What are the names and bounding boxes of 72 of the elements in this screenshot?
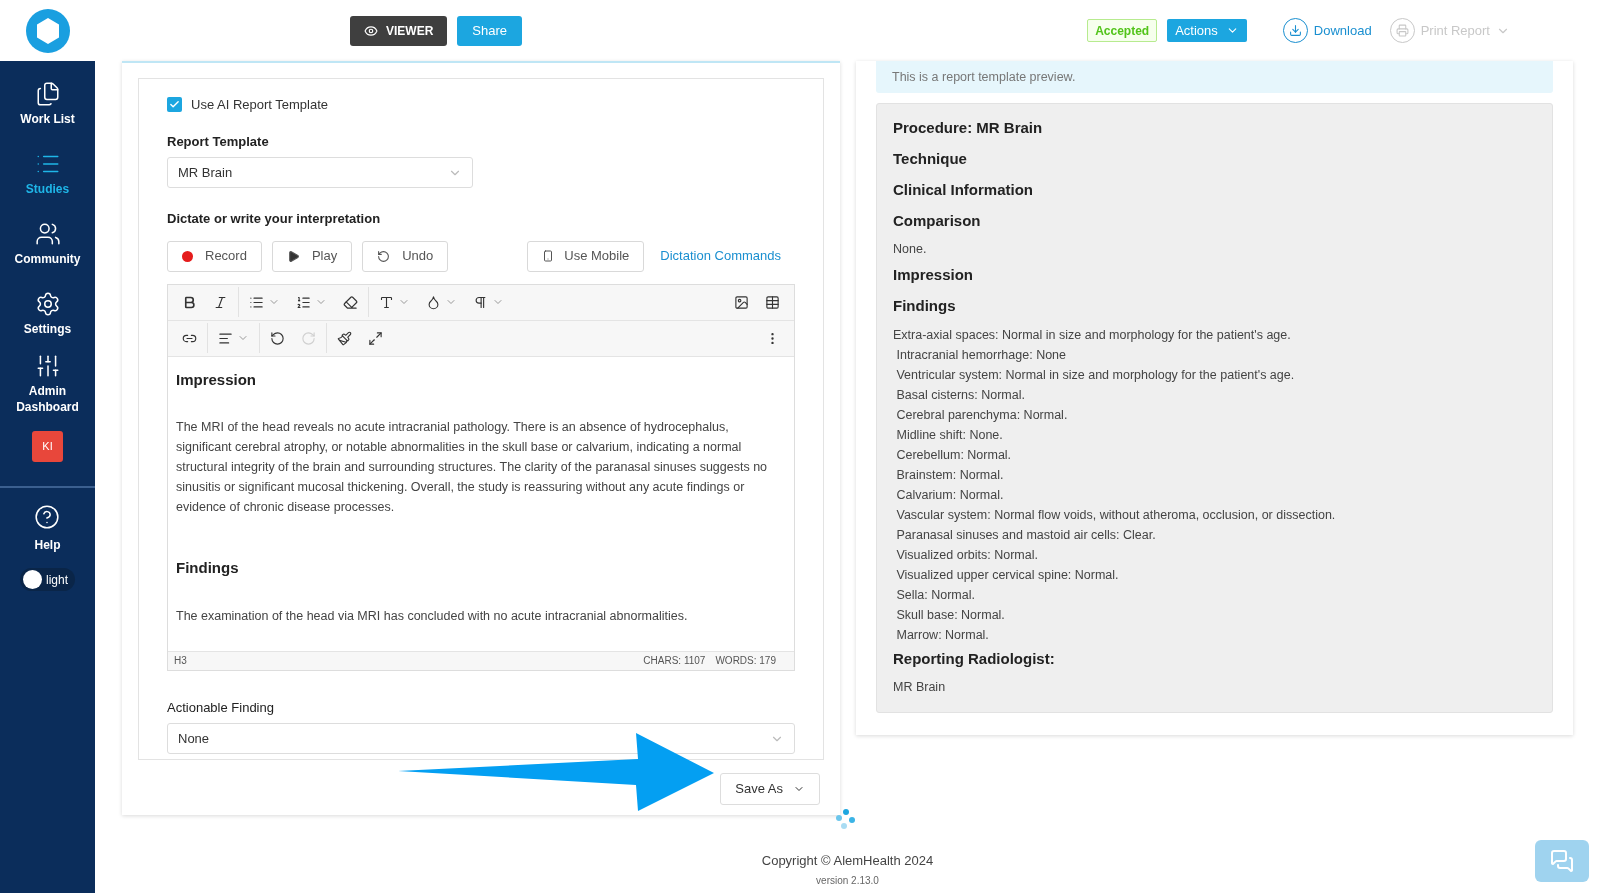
template-select[interactable]: MR Brain — [167, 157, 473, 188]
editor-paragraph: The examination of the head via MRI has concluded with no acute intracranial abnormalities. — [176, 607, 689, 625]
sidebar-item[interactable]: Work List — [0, 69, 95, 139]
notice-banner: This is a report template preview. — [876, 61, 1553, 93]
preview-heading: Comparison — [893, 211, 982, 231]
sidebar-item[interactable]: Admin Dashboard — [0, 349, 95, 419]
finding-line: Basal cisterns: Normal. — [895, 386, 1026, 404]
finding-line: Visualized upper cervical spine: Normal. — [895, 566, 1120, 584]
preview-heading: Procedure: MR Brain — [893, 118, 1044, 138]
user-avatar[interactable]: KI — [32, 431, 63, 462]
finding-line: Visualized orbits: Normal. — [895, 546, 1039, 564]
viewer-button[interactable]: VIEWER — [350, 15, 448, 46]
save-as-button[interactable]: Save As — [720, 773, 820, 805]
copyright-text: Copyright © AlemHealth 2024 — [761, 852, 934, 870]
char-count: CHARS: 1107 — [643, 654, 706, 668]
finding-line: Intracranial hemorrhage: None — [895, 346, 1067, 364]
preview-text: MR Brain — [893, 678, 947, 696]
field-label: Actionable Finding — [167, 698, 275, 717]
nav-icon — [34, 81, 61, 107]
finding-line: Vascular system: Normal flow voids, without atheroma, occlusion, or dissection. — [895, 506, 1337, 524]
help-icon — [34, 504, 61, 530]
finding-line: Paranasal sinuses and mastoid air cells: Clear. — [895, 526, 1157, 544]
phone-icon — [542, 250, 555, 262]
version-text: version 2.13.0 — [816, 874, 879, 887]
actionable-finding-select[interactable]: None — [167, 723, 795, 754]
nav-icon — [34, 221, 61, 247]
editor-heading: Findings — [176, 558, 240, 578]
record-icon — [182, 250, 193, 262]
nav-icon — [34, 291, 61, 317]
editor-heading: Impression — [176, 369, 258, 390]
theme-toggle[interactable]: light — [20, 568, 75, 591]
finding-line: Sella: Normal. — [895, 586, 976, 604]
preview-text: None. — [893, 241, 928, 258]
word-count: WORDS: 179 — [715, 654, 776, 668]
finding-line: Extra-axial spaces: Normal in size and morphology for the patient's age. — [893, 326, 1292, 344]
preview-heading: Technique — [893, 149, 968, 169]
download-button[interactable]: Download — [1282, 18, 1372, 43]
finding-line: Cerebellum: Normal. — [895, 446, 1013, 464]
section-heading: Dictate or write your interpretation — [167, 210, 382, 228]
finding-line: Ventricular system: Normal in size and morphology for the patient's age. — [895, 366, 1296, 384]
play-icon — [286, 249, 300, 263]
block-format: H3 — [174, 654, 187, 668]
undo-icon — [377, 249, 391, 263]
sidebar-item[interactable]: Studies — [0, 139, 95, 209]
finding-line: Cerebral parenchyma: Normal. — [895, 406, 1069, 424]
undo-button[interactable]: Undo — [362, 240, 449, 272]
use-mobile-button[interactable]: Use Mobile — [527, 240, 645, 272]
chat-icon — [1550, 849, 1574, 873]
preview-heading: Reporting Radiologist: — [893, 648, 1056, 669]
preview-heading: Findings — [893, 295, 957, 316]
finding-line: Marrow: Normal. — [895, 626, 990, 644]
loading-spinner — [836, 808, 856, 830]
status-badge: Accepted — [1087, 19, 1158, 42]
checkbox[interactable] — [167, 97, 182, 113]
sidebar-item[interactable]: Settings — [0, 279, 95, 349]
finding-line: Calvarium: Normal. — [895, 486, 1005, 504]
preview-heading: Impression — [893, 264, 975, 285]
play-button[interactable]: Play — [271, 240, 353, 272]
editor-paragraph: The MRI of the head reveals no acute intracranial pathology. There is an absence of hydrocephalus, significant cerebral atrophy, or notable abnormalities in the skull base or calvarium, indicating a normal structural integrity of the brain and surrounding structures. The clarity of the paranasal sinuses suggests no sinusitis or significant mucosal thickening. Overall, the study is reassuring without any acute findings or evidence of chronic disease processes. — [176, 419, 769, 516]
help-link[interactable]: Help — [34, 504, 61, 554]
rich-text-editor[interactable] — [167, 283, 795, 671]
preview-heading: Clinical Information — [893, 180, 1034, 200]
checkbox-label: Use AI Report Template — [191, 96, 329, 114]
finding-line: Brainstem: Normal. — [895, 466, 1005, 484]
field-label: Report Template — [167, 132, 270, 151]
dictation-commands-link[interactable]: Dictation Commands — [660, 246, 781, 266]
eye-icon — [364, 23, 378, 38]
logo-icon — [25, 8, 70, 53]
finding-line: Midline shift: None. — [895, 426, 1004, 444]
sidebar-item[interactable]: Community — [0, 209, 95, 279]
record-button[interactable]: Record — [167, 240, 262, 272]
finding-line: Skull base: Normal. — [895, 606, 1006, 624]
